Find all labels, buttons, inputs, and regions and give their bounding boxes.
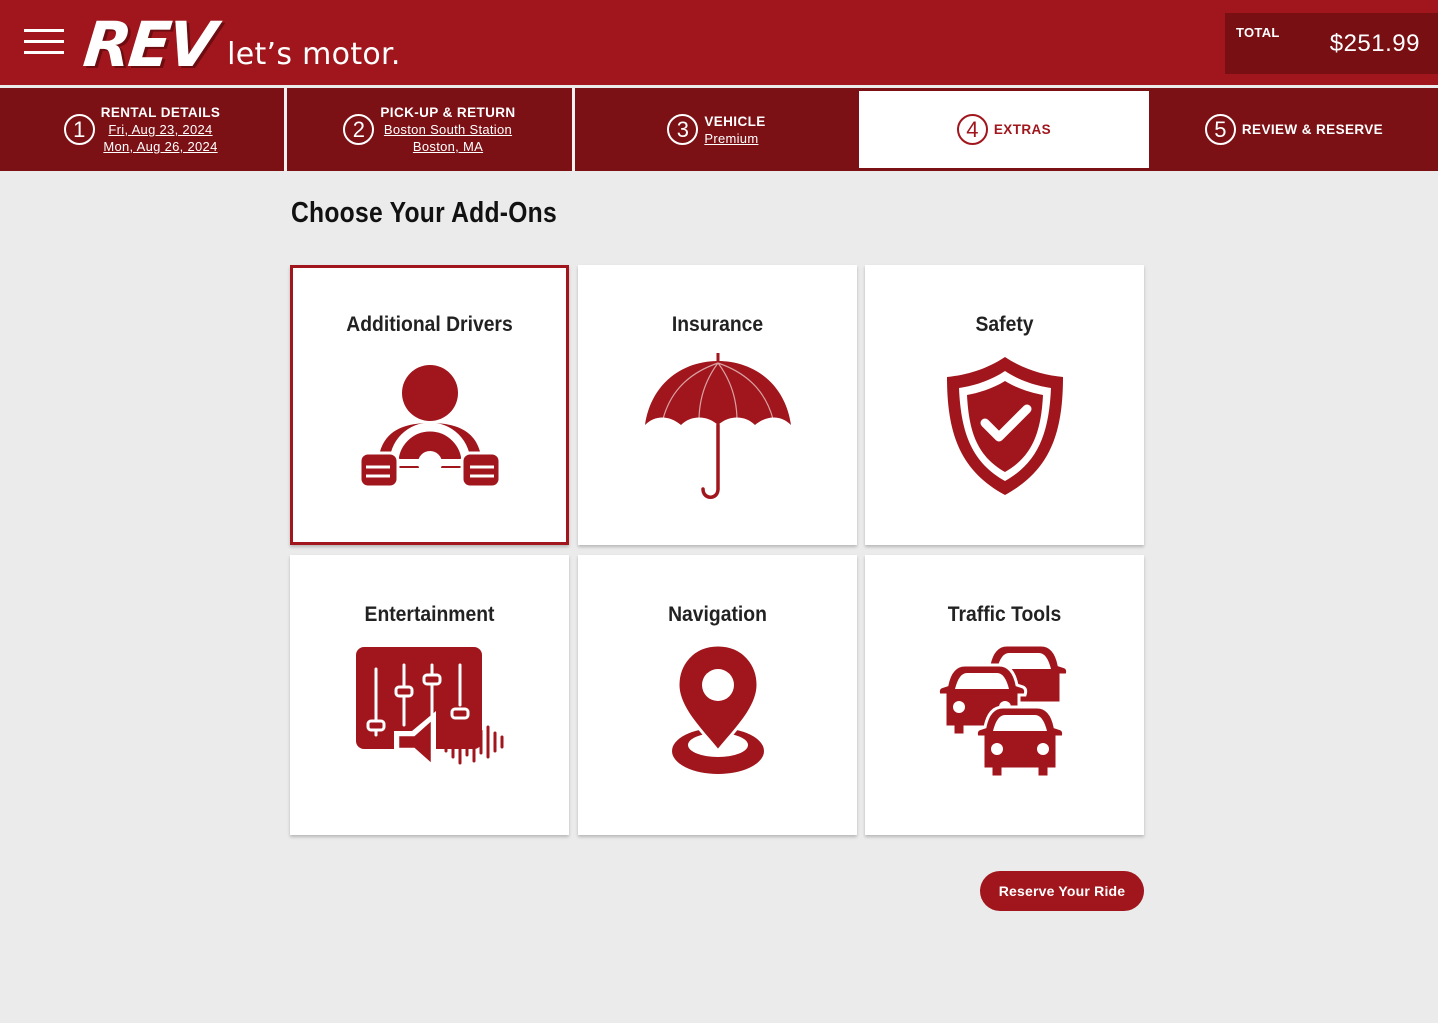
map-pin-icon <box>671 643 764 774</box>
hamburger-menu-icon[interactable] <box>24 29 64 55</box>
step-extras-active[interactable]: 4 EXTRAS <box>859 91 1149 168</box>
menu-line <box>24 29 64 32</box>
total-amount: $251.99 <box>1329 30 1420 57</box>
addon-label: Safety <box>975 313 1034 336</box>
addon-card-safety[interactable]: Safety <box>865 265 1144 545</box>
brand-logo[interactable]: REV let’s motor. <box>80 8 401 81</box>
addon-card-navigation[interactable]: Navigation <box>578 555 857 835</box>
step-title: EXTRAS <box>993 122 1052 137</box>
logo-rev-text: REV <box>80 8 217 81</box>
menu-line <box>24 51 64 54</box>
step-number: 4 <box>956 114 988 145</box>
top-header: REV let’s motor. TOTAL $251.99 <box>0 0 1438 85</box>
step-title: RENTAL DETAILS <box>100 105 221 120</box>
step-number: 5 <box>1204 114 1236 145</box>
audio-mixer-speaker-icon <box>355 647 503 773</box>
step-review-reserve[interactable]: 5 REVIEW & RESERVE <box>1150 88 1438 171</box>
addon-label: Navigation <box>668 603 767 626</box>
step-number: 2 <box>343 114 375 145</box>
step-rental-details[interactable]: 1 RENTAL DETAILS Fri, Aug 23, 2024 Mon, … <box>0 88 284 171</box>
traffic-cars-icon <box>938 643 1069 777</box>
step-vehicle[interactable]: 3 VEHICLE Premium <box>575 88 858 171</box>
addon-label: Insurance <box>671 313 764 336</box>
step-title: PICK-UP & RETURN <box>380 105 516 120</box>
page-title: Choose Your Add-Ons <box>291 197 557 229</box>
step-title: REVIEW & RESERVE <box>1241 122 1384 137</box>
addon-card-entertainment[interactable]: Entertainment <box>290 555 569 835</box>
step-number: 1 <box>63 114 95 145</box>
menu-line <box>24 40 64 43</box>
booking-steps: 1 RENTAL DETAILS Fri, Aug 23, 2024 Mon, … <box>0 88 1438 171</box>
addon-label: Traffic Tools <box>947 603 1062 626</box>
shield-check-icon <box>946 357 1063 495</box>
driver-steering-wheel-icon <box>359 365 500 493</box>
step-number: 3 <box>667 114 699 145</box>
total-price-box: TOTAL $251.99 <box>1225 13 1438 74</box>
total-label: TOTAL <box>1236 25 1280 40</box>
addon-card-additional-drivers[interactable]: Additional Drivers <box>290 265 569 545</box>
logo-tagline: let’s motor. <box>227 37 401 72</box>
addon-label: Additional Drivers <box>346 313 513 336</box>
vehicle-class-link[interactable]: Premium <box>704 130 758 147</box>
step-title: VEHICLE <box>704 113 766 129</box>
addon-card-insurance[interactable]: Insurance <box>578 265 857 545</box>
pickup-date-link[interactable]: Fri, Aug 23, 2024 <box>108 121 212 138</box>
pickup-location-link[interactable]: Boston South Station <box>384 121 512 138</box>
pickup-city-link[interactable]: Boston, MA <box>413 138 483 155</box>
reserve-your-ride-button[interactable]: Reserve Your Ride <box>980 871 1144 911</box>
return-date-link[interactable]: Mon, Aug 26, 2024 <box>103 138 217 155</box>
addon-card-traffic-tools[interactable]: Traffic Tools <box>865 555 1144 835</box>
step-pickup-return[interactable]: 2 PICK-UP & RETURN Boston South Station … <box>287 88 572 171</box>
umbrella-icon <box>644 353 791 499</box>
addon-label: Entertainment <box>364 603 495 626</box>
